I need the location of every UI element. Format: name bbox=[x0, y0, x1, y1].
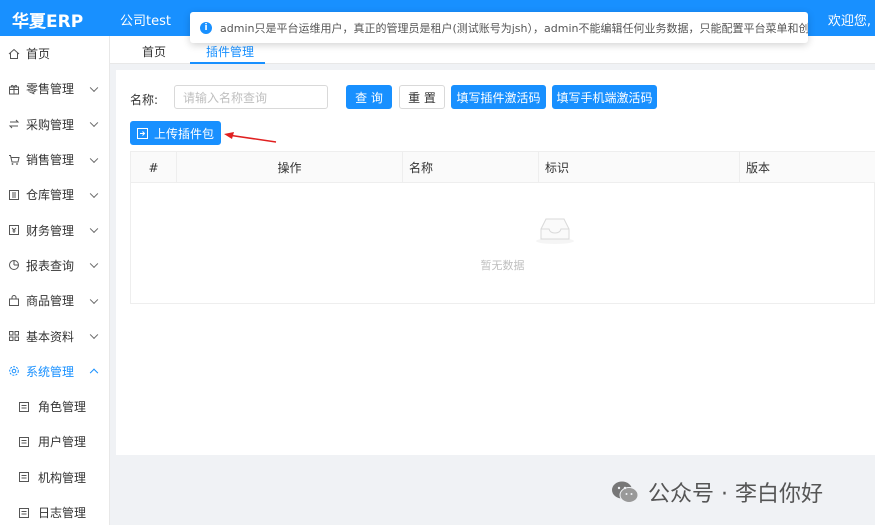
chevron-up-icon bbox=[89, 368, 99, 378]
chevron-down-icon bbox=[89, 295, 99, 304]
upload-icon bbox=[136, 127, 148, 139]
mobile-activation-code-button[interactable]: 填写手机端激活码 bbox=[552, 85, 657, 109]
doc-icon bbox=[18, 471, 30, 483]
sidebar-item-label: 销售管理 bbox=[26, 153, 75, 168]
settings-icon bbox=[8, 365, 20, 377]
wechat-icon bbox=[612, 481, 639, 503]
chevron-down-icon bbox=[89, 118, 99, 128]
name-label: 名称: bbox=[130, 93, 159, 107]
doc-icon bbox=[18, 507, 30, 519]
chevron-down-icon bbox=[89, 259, 99, 269]
welcome-text[interactable]: 欢迎您, bbox=[828, 10, 871, 29]
app-logo: 华夏ERP bbox=[12, 12, 84, 32]
column-header-actions: 操作 bbox=[177, 152, 403, 183]
sidebar-item-label: 日志管理 bbox=[38, 506, 87, 520]
sidebar-item-retail[interactable]: 零售管理 bbox=[0, 71, 109, 106]
sidebar: 首页 零售管理 采购管理 销售管理 仓库管理 财务管理 报表查询 商品管理 基本… bbox=[0, 36, 110, 525]
gift-icon bbox=[8, 83, 20, 95]
swap-icon bbox=[8, 118, 20, 130]
plugin-table: # 操作 名称 标识 版本 暂无数据 bbox=[130, 151, 875, 304]
reset-button[interactable]: 重 置 bbox=[399, 85, 445, 109]
company-name[interactable]: 公司test bbox=[120, 10, 171, 29]
sidebar-item-label: 零售管理 bbox=[26, 82, 75, 97]
column-header-index: # bbox=[131, 152, 177, 183]
finance-icon bbox=[8, 224, 20, 236]
column-header-version: 版本 bbox=[746, 161, 771, 175]
sidebar-item-purchase[interactable]: 采购管理 bbox=[0, 107, 109, 142]
column-header-identifier: 标识 bbox=[539, 152, 740, 183]
table-header: # 操作 名称 标识 版本 bbox=[131, 152, 875, 183]
home-icon bbox=[8, 48, 20, 60]
sidebar-item-label: 财务管理 bbox=[26, 223, 75, 238]
pie-chart-icon bbox=[8, 259, 20, 271]
upload-plugin-label: 上传插件包 bbox=[153, 126, 214, 141]
sidebar-item-label: 报表查询 bbox=[26, 258, 75, 273]
sidebar-item-reports[interactable]: 报表查询 bbox=[0, 248, 109, 283]
warehouse-icon bbox=[8, 189, 20, 201]
empty-inbox-icon bbox=[536, 218, 574, 244]
sidebar-item-finance[interactable]: 财务管理 bbox=[0, 212, 109, 247]
sidebar-subitem-logs[interactable]: 日志管理 bbox=[0, 495, 109, 525]
sidebar-item-warehouse[interactable]: 仓库管理 bbox=[0, 177, 109, 212]
active-tab-indicator bbox=[190, 62, 265, 64]
chevron-down-icon bbox=[89, 330, 99, 340]
sidebar-item-label: 采购管理 bbox=[26, 117, 75, 132]
sidebar-item-home[interactable]: 首页 bbox=[0, 36, 109, 71]
info-notification: i admin只是平台运维用户，真正的管理员是租户(测试账号为jsh），admi… bbox=[190, 12, 808, 43]
red-arrow-icon bbox=[224, 132, 277, 143]
info-icon: i bbox=[200, 21, 212, 34]
sidebar-item-label: 基本资料 bbox=[26, 329, 75, 344]
sidebar-item-label: 系统管理 bbox=[26, 364, 75, 379]
chevron-down-icon bbox=[89, 154, 99, 163]
shop-icon bbox=[8, 294, 20, 307]
doc-icon bbox=[18, 436, 30, 448]
sidebar-subitem-orgs[interactable]: 机构管理 bbox=[0, 460, 109, 495]
notification-text: admin只是平台运维用户，真正的管理员是租户(测试账号为jsh），admin不… bbox=[220, 21, 808, 35]
main-content: 名称: 请输入名称查询 查 询 重 置 填写插件激活码 填写手机端激活码 上传插… bbox=[116, 70, 875, 455]
sidebar-item-label: 机构管理 bbox=[38, 470, 87, 485]
query-button[interactable]: 查 询 bbox=[346, 85, 392, 109]
sidebar-item-basic-data[interactable]: 基本资料 bbox=[0, 318, 109, 353]
cart-icon bbox=[8, 154, 20, 166]
column-header-name: 名称 bbox=[403, 152, 539, 183]
tab-home[interactable]: 首页 bbox=[142, 43, 166, 60]
chevron-down-icon bbox=[89, 83, 99, 92]
plugin-activation-code-button[interactable]: 填写插件激活码 bbox=[451, 85, 546, 109]
sidebar-item-label: 用户管理 bbox=[38, 435, 87, 450]
sidebar-item-label: 仓库管理 bbox=[26, 188, 75, 203]
empty-state: 暂无数据 bbox=[131, 183, 874, 303]
sidebar-item-label: 角色管理 bbox=[38, 400, 87, 415]
watermark-text: 公众号 · 李白你好 bbox=[648, 482, 823, 507]
sidebar-item-goods[interactable]: 商品管理 bbox=[0, 283, 109, 318]
doc-icon bbox=[18, 401, 30, 413]
grid-icon bbox=[8, 330, 20, 342]
chevron-down-icon bbox=[89, 224, 99, 234]
upload-plugin-button[interactable]: 上传插件包 bbox=[130, 121, 221, 145]
chevron-down-icon bbox=[89, 189, 99, 198]
sidebar-item-label: 商品管理 bbox=[26, 294, 75, 309]
watermark: 公众号 · 李白你好 bbox=[610, 476, 823, 508]
sidebar-subitem-users[interactable]: 用户管理 bbox=[0, 424, 109, 459]
sidebar-item-system[interactable]: 系统管理 bbox=[0, 354, 109, 389]
tab-plugin-management[interactable]: 插件管理 bbox=[206, 43, 254, 60]
sidebar-item-label: 首页 bbox=[26, 47, 51, 62]
sidebar-subitem-roles[interactable]: 角色管理 bbox=[0, 389, 109, 424]
sidebar-item-sales[interactable]: 销售管理 bbox=[0, 142, 109, 177]
empty-text: 暂无数据 bbox=[480, 259, 525, 272]
name-search-input[interactable]: 请输入名称查询 bbox=[174, 85, 328, 109]
